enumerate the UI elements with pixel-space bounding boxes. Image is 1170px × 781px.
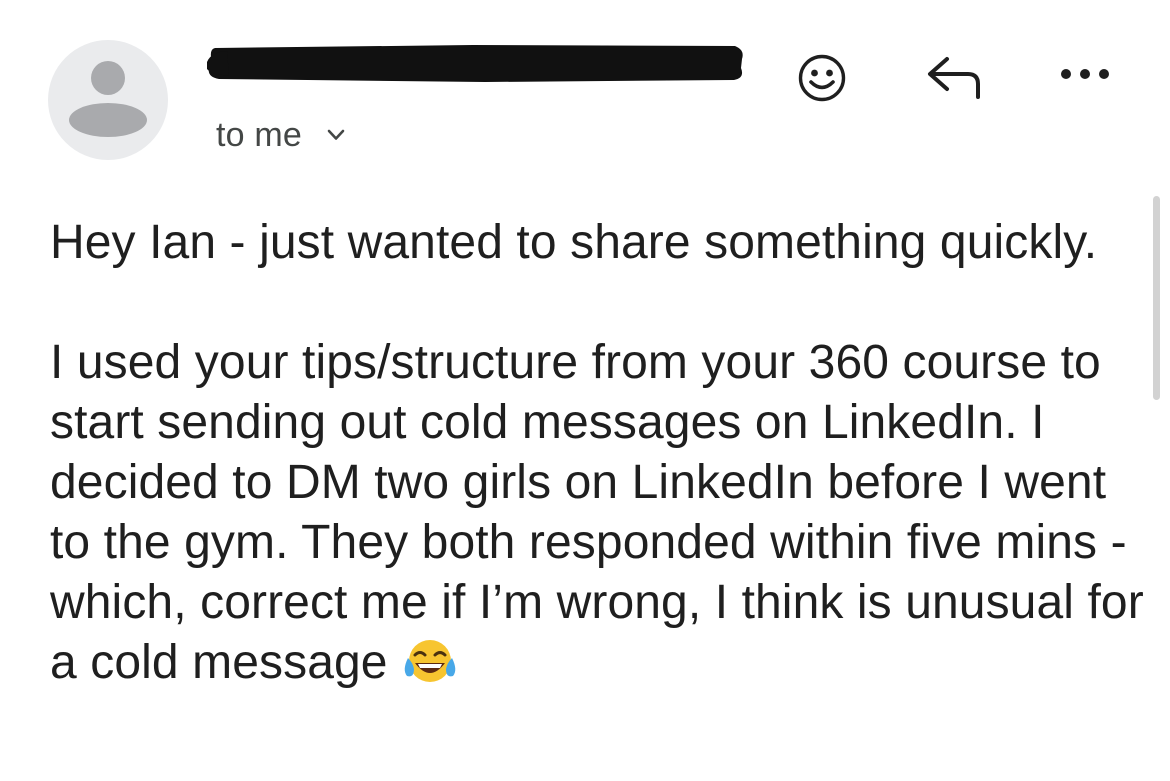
message-body: Hey Ian - just wanted to share something… [50,213,1150,693]
recipient-label: to me [216,115,303,154]
chevron-down-icon [327,129,345,140]
redacted-sender-name [205,42,748,84]
smiley-icon[interactable] [796,52,848,104]
message-paragraph: I used your tips/structure from your 360… [50,336,1144,689]
sender-avatar[interactable] [48,40,168,160]
scrollbar[interactable] [1153,196,1160,400]
reply-icon[interactable] [926,54,984,100]
recipient-details-toggle[interactable]: to me [216,114,346,156]
person-icon [69,61,147,137]
laughing-emoji-icon [404,640,455,682]
message-greeting: Hey Ian - just wanted to share something… [50,216,1098,269]
more-horizontal-icon[interactable] [1058,66,1112,82]
